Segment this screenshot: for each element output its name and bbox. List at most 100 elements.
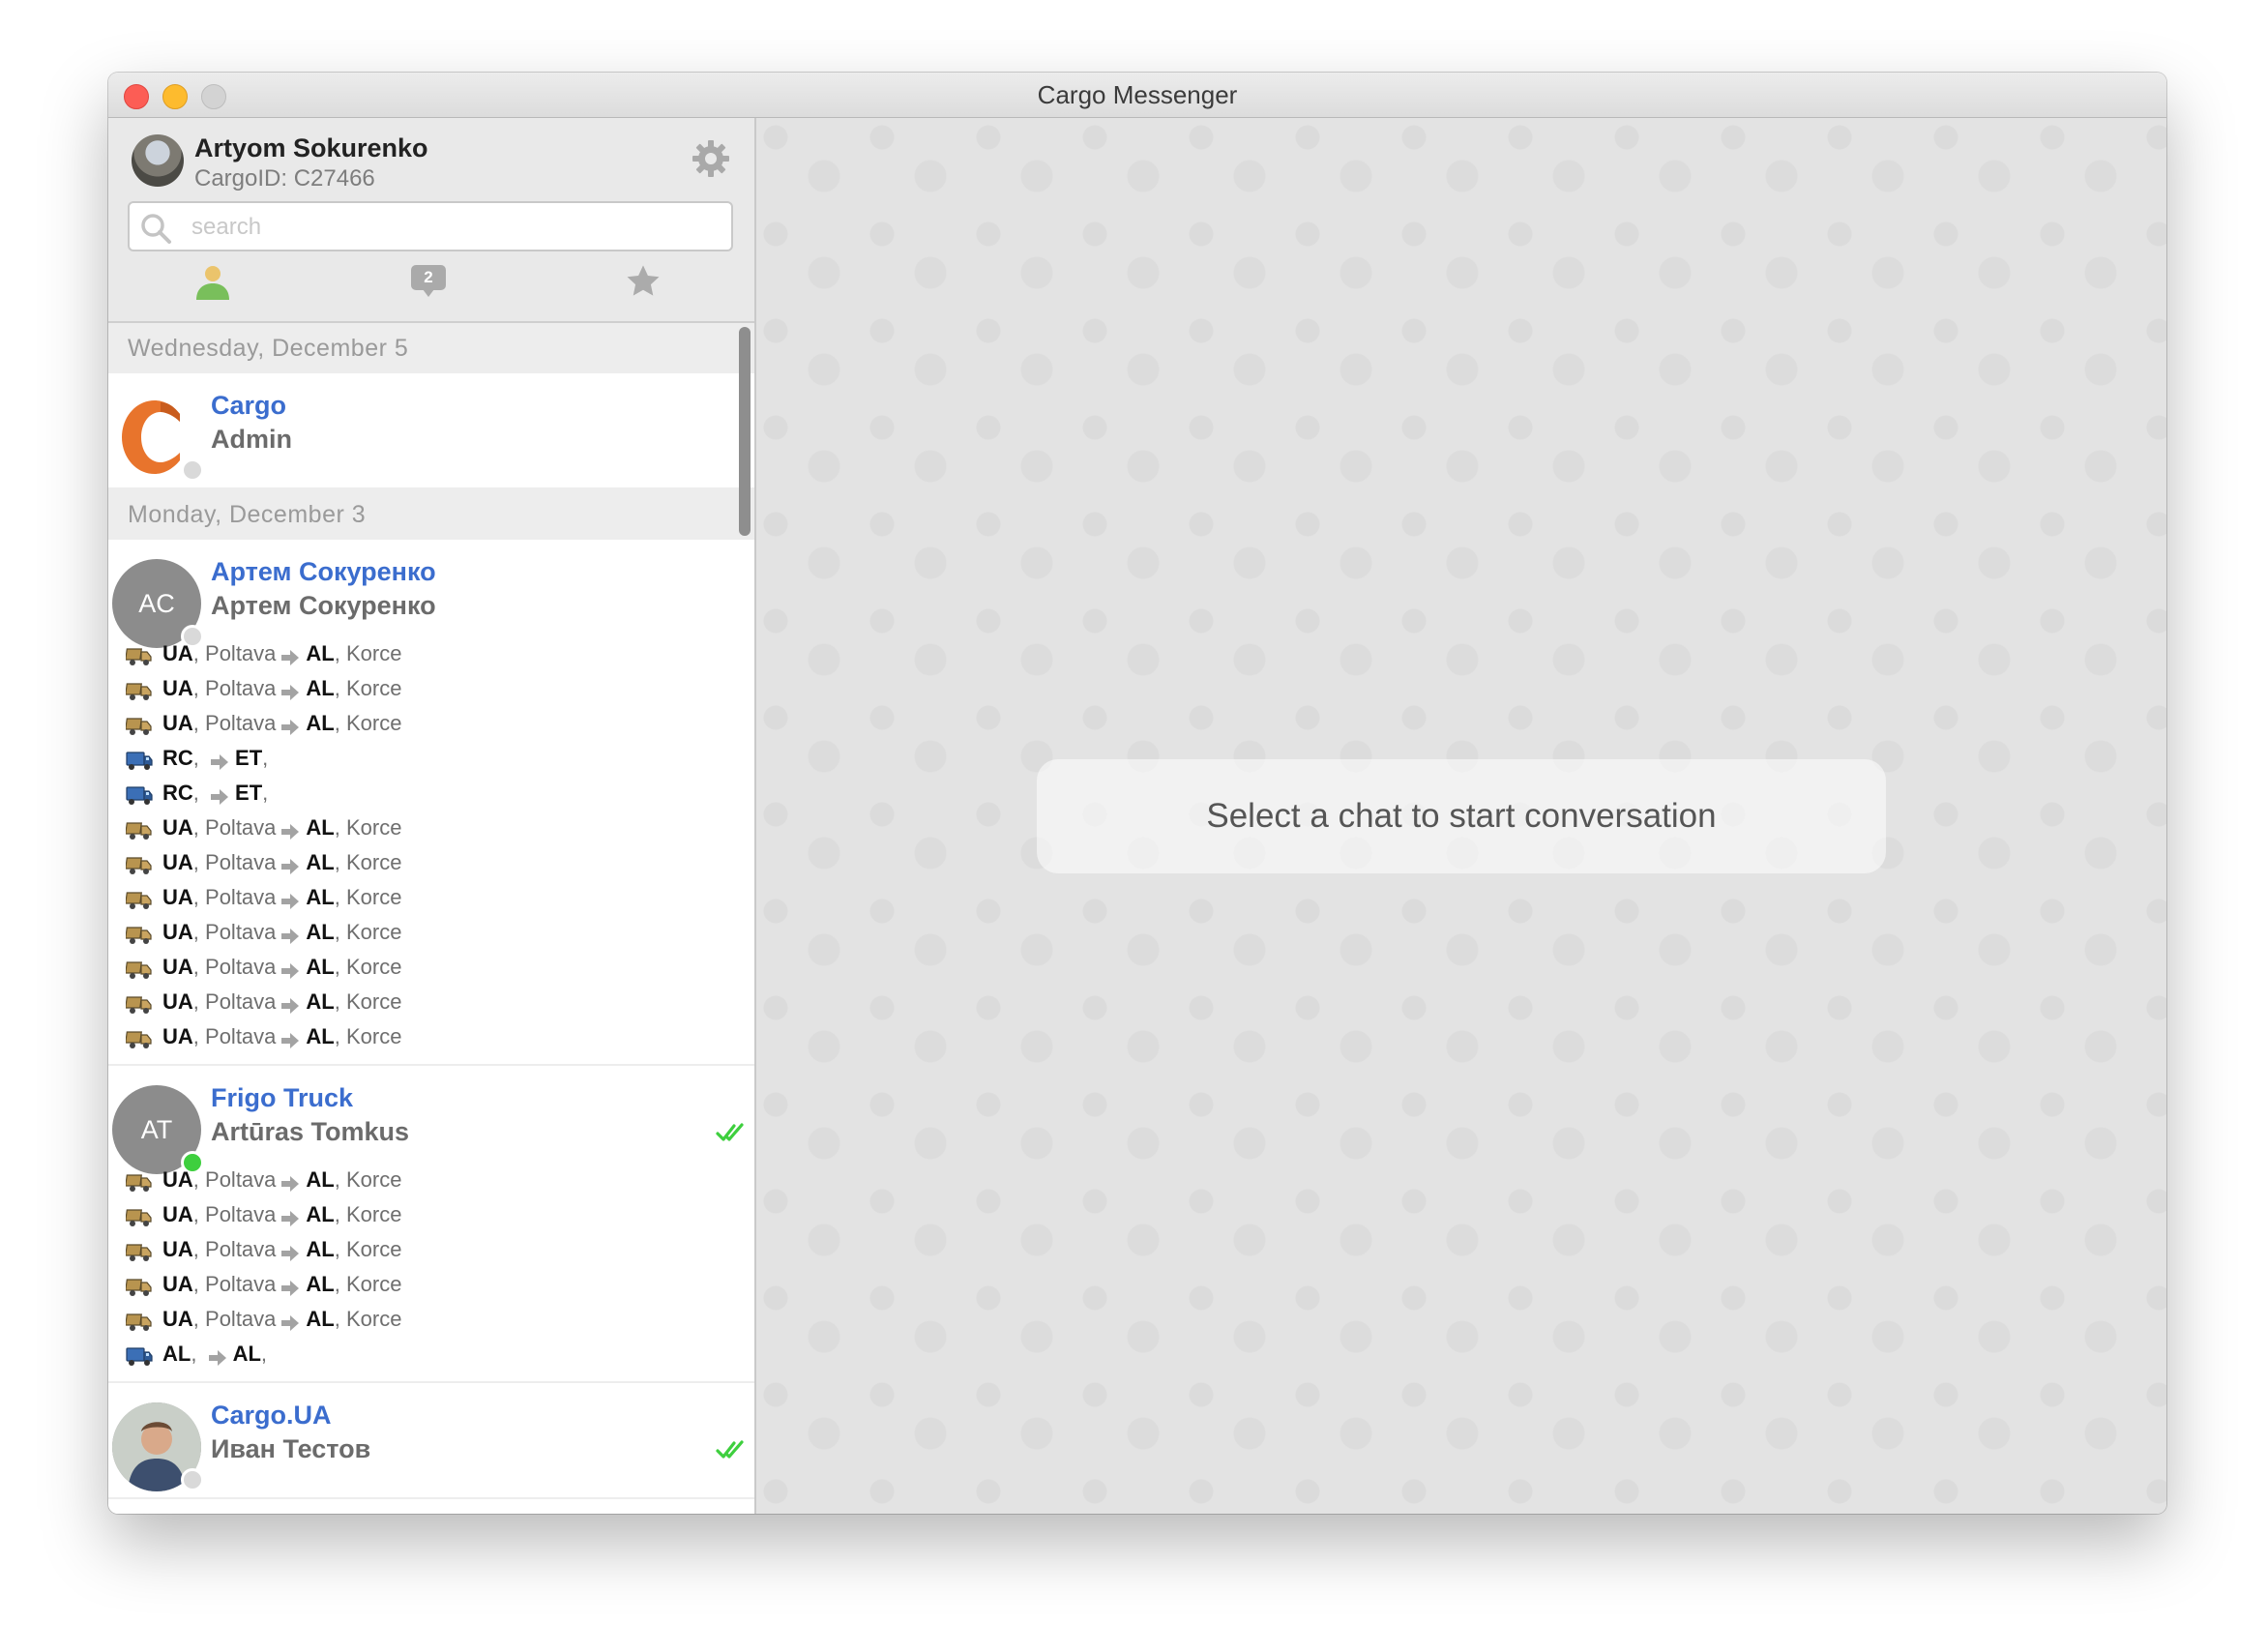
cargo-route[interactable]: AL, AL,	[126, 1337, 754, 1372]
van-icon	[125, 852, 153, 875]
destination-city: Korce	[345, 1237, 402, 1261]
destination-country: AL	[306, 815, 335, 840]
date-separator: Wednesday, December 5	[108, 323, 754, 373]
destination-country: AL	[306, 711, 335, 735]
cargo-route[interactable]: UA, Poltava AL, Korce	[125, 636, 754, 671]
search-box[interactable]	[128, 201, 733, 251]
cargo-route[interactable]: RC, ET,	[126, 776, 754, 811]
origin-city: Poltava	[205, 1307, 277, 1331]
cargo-route[interactable]: UA, Poltava AL, Korce	[125, 985, 754, 1019]
destination-city: Korce	[345, 711, 402, 735]
origin-city: Poltava	[205, 1272, 277, 1296]
arrow-right-icon	[209, 783, 230, 806]
cargo-route[interactable]: UA, Poltava AL, Korce	[125, 880, 754, 915]
tab-contacts[interactable]	[193, 263, 242, 310]
arrow-right-icon	[280, 714, 301, 736]
cargo-route[interactable]: UA, Poltava AL, Korce	[125, 1267, 754, 1302]
destination-city: Korce	[345, 920, 402, 944]
chat-name: Артем Сокуренко	[211, 557, 436, 586]
cargo-route[interactable]: UA, Poltava AL, Korce	[125, 1163, 754, 1197]
origin-city: Poltava	[205, 920, 277, 944]
cargo-route[interactable]: UA, Poltava AL, Korce	[125, 915, 754, 950]
cargo-route[interactable]: UA, Poltava AL, Korce	[125, 1302, 754, 1337]
arrow-right-icon	[280, 853, 301, 875]
origin-country: RC	[162, 781, 193, 805]
destination-country: AL	[306, 885, 335, 909]
destination-city: Korce	[345, 1024, 402, 1048]
truck-icon	[126, 782, 153, 806]
origin-country: RC	[162, 746, 193, 770]
destination-country: AL	[306, 955, 335, 979]
van-icon	[125, 1309, 153, 1332]
destination-country: AL	[306, 641, 335, 665]
tab-chats[interactable]: 2	[408, 263, 456, 310]
chat-name: Frigo Truck	[211, 1083, 354, 1112]
arrow-right-icon	[280, 679, 301, 701]
destination-country: AL	[306, 1024, 335, 1048]
truck-icon	[126, 748, 153, 771]
title-bar: Cargo Messenger	[108, 73, 2166, 118]
chat-list-scrollbar[interactable]	[739, 327, 751, 536]
van-icon	[125, 678, 153, 701]
chat-list[interactable]: Wednesday, December 5 Cargo Admin Monday, D…	[108, 323, 754, 1514]
destination-country: AL	[306, 850, 335, 874]
destination-city: Korce	[345, 1307, 402, 1331]
arrow-right-icon	[280, 992, 301, 1015]
origin-city: Poltava	[205, 676, 277, 700]
arrow-right-icon	[280, 818, 301, 841]
cargo-route[interactable]: UA, Poltava AL, Korce	[125, 1197, 754, 1232]
cargo-route[interactable]: UA, Poltava AL, Korce	[125, 845, 754, 880]
chat-item[interactable]: Cargo Admin	[108, 373, 754, 489]
destination-country: ET	[235, 746, 263, 770]
arrow-right-icon	[280, 923, 301, 945]
destination-country: AL	[306, 989, 335, 1014]
destination-city: Korce	[345, 885, 402, 909]
cargo-route[interactable]: UA, Poltava AL, Korce	[125, 1232, 754, 1267]
chat-name: Cargo.UA	[211, 1401, 332, 1430]
arrow-right-icon	[280, 1027, 301, 1049]
origin-city: Poltava	[205, 955, 277, 979]
origin-country: UA	[162, 641, 193, 665]
profile-avatar[interactable]	[132, 134, 184, 187]
origin-country: UA	[162, 1024, 193, 1048]
origin-city: Poltava	[205, 1237, 277, 1261]
van-icon	[125, 1204, 153, 1227]
chat-item[interactable]: Cargo.UA Иван Тестов	[108, 1383, 754, 1499]
van-icon	[125, 957, 153, 980]
destination-city: Korce	[345, 989, 402, 1014]
double-check-icon	[716, 1122, 745, 1143]
origin-country: UA	[162, 1307, 193, 1331]
origin-city: Poltava	[205, 850, 277, 874]
cargo-route[interactable]: UA, Poltava AL, Korce	[125, 811, 754, 845]
destination-country: AL	[306, 1307, 335, 1331]
arrow-right-icon	[280, 1310, 301, 1332]
offline-status-dot	[181, 1468, 204, 1491]
conversation-area: Select a chat to start conversation	[756, 118, 2166, 1514]
origin-country: UA	[162, 955, 193, 979]
arrow-right-icon	[280, 1275, 301, 1297]
destination-city: Korce	[345, 641, 402, 665]
profile-name: Artyom Sokurenko	[194, 133, 428, 162]
destination-city: Korce	[345, 1167, 402, 1192]
window-title: Cargo Messenger	[1037, 80, 1238, 109]
origin-country: UA	[162, 850, 193, 874]
cargo-route[interactable]: UA, Poltava AL, Korce	[125, 706, 754, 741]
arrow-right-icon	[280, 888, 301, 910]
cargo-route[interactable]: UA, Poltava AL, Korce	[125, 671, 754, 706]
cargo-route[interactable]: RC, ET,	[126, 741, 754, 776]
chat-person: Admin	[211, 425, 292, 454]
arrow-right-icon	[280, 1205, 301, 1227]
cargo-route[interactable]: UA, Poltava AL, Korce	[125, 1019, 754, 1054]
chat-person: Артем Сокуренко	[211, 591, 436, 620]
origin-city: Poltava	[205, 815, 277, 840]
arrow-right-icon	[207, 1344, 228, 1367]
arrow-right-icon	[209, 749, 230, 771]
arrow-right-icon	[280, 958, 301, 980]
cargo-route[interactable]: UA, Poltava AL, Korce	[125, 950, 754, 985]
gear-icon[interactable]	[690, 137, 732, 180]
search-input[interactable]	[190, 209, 716, 246]
tab-favorites[interactable]	[625, 263, 673, 310]
chat-item[interactable]: AC Артем Сокуренко Артем Сокуренко UA, Polt…	[108, 540, 754, 1066]
chat-item[interactable]: AT Frigo Truck Artūras Tomkus UA, Poltava AL…	[108, 1066, 754, 1383]
search-icon	[141, 214, 171, 244]
